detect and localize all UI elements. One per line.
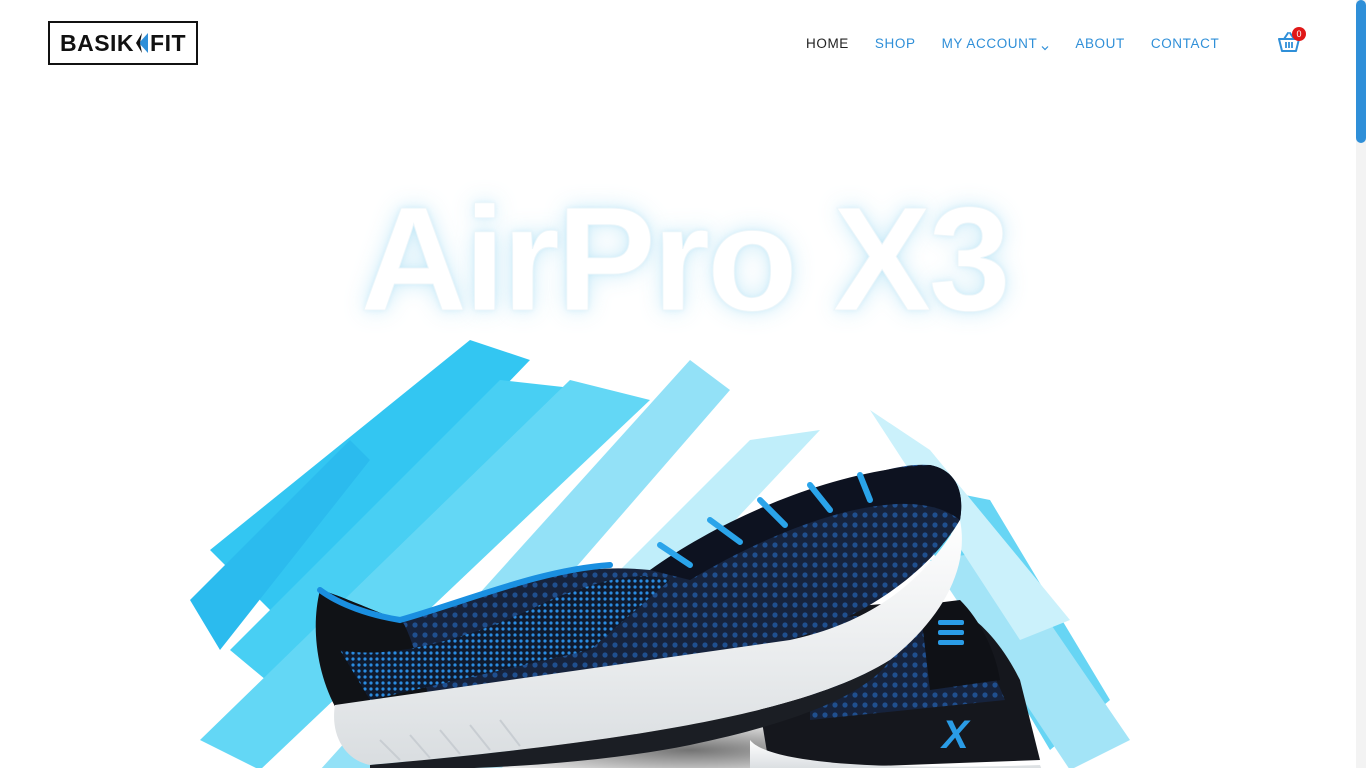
nav-label: ABOUT	[1075, 36, 1125, 51]
scrollbar-thumb[interactable]	[1356, 0, 1366, 143]
hero-section: AirPro X3 X	[0, 90, 1356, 768]
chevron-down-icon	[1041, 40, 1049, 50]
running-shoes-image: X	[190, 340, 1130, 768]
page: BASIK FIT HOME SHOP MY ACCOUNT ABOUT CON…	[0, 0, 1366, 768]
shoe-logo-text: X	[940, 713, 971, 757]
nav-item-home[interactable]: HOME	[806, 36, 849, 51]
nav-item-shop[interactable]: SHOP	[875, 36, 916, 51]
nav-label: CONTACT	[1150, 36, 1220, 51]
logo-text-left: BASIK	[59, 29, 135, 56]
nav-label: HOME	[806, 36, 849, 51]
nav-item-contact[interactable]: CONTACT	[1151, 36, 1219, 51]
main-nav: HOME SHOP MY ACCOUNT ABOUT CONTACT	[806, 36, 1245, 51]
nav-label: SHOP	[874, 36, 916, 51]
nav-item-about[interactable]: ABOUT	[1075, 36, 1125, 51]
page-scrollbar[interactable]	[1356, 0, 1366, 768]
site-header: BASIK FIT HOME SHOP MY ACCOUNT ABOUT CON…	[0, 0, 1366, 90]
nav-label: MY ACCOUNT	[941, 36, 1038, 51]
cart-count-badge: 0	[1292, 27, 1306, 41]
brand-logo[interactable]: BASIK FIT	[48, 21, 198, 65]
hero-title: AirPro X3	[360, 177, 1011, 342]
logo-text-right: FIT	[150, 29, 187, 56]
logo-mark-icon	[135, 32, 149, 54]
nav-item-my-account[interactable]: MY ACCOUNT	[942, 36, 1050, 51]
